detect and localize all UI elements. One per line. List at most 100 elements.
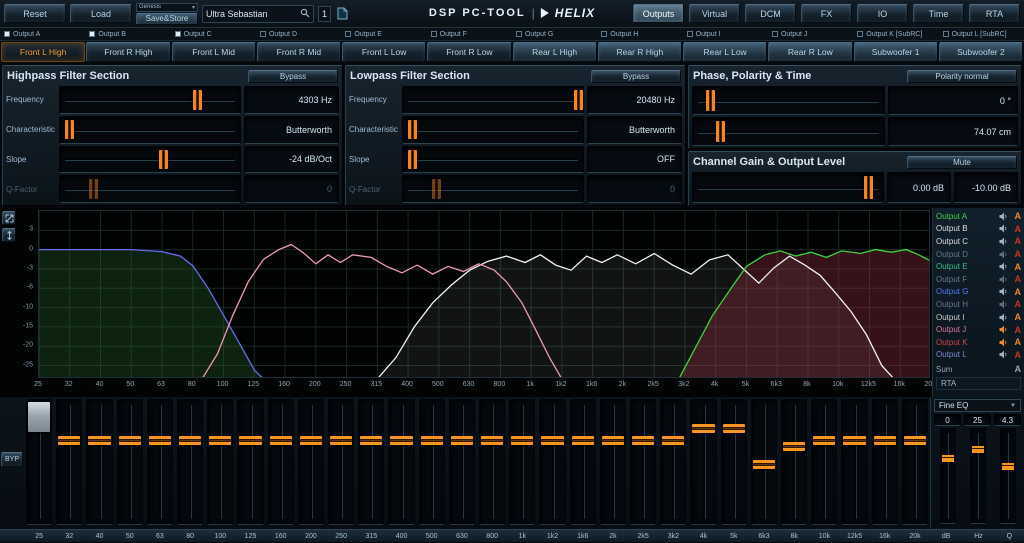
output-list-row-output-f[interactable]: Output FA <box>936 273 1021 286</box>
memory-slot-number[interactable]: 1 <box>318 6 331 22</box>
highpass-bypass-button[interactable]: Bypass <box>248 70 338 83</box>
channel-tab-subwoofer-2[interactable]: Subwoofer 2 <box>939 42 1023 62</box>
speaker-icon[interactable] <box>999 262 1009 271</box>
nav-rta[interactable]: RTA <box>969 4 1020 23</box>
output-list-row-output-a[interactable]: Output AA <box>936 210 1021 223</box>
output-list-row-output-e[interactable]: Output EA <box>936 260 1021 273</box>
output-enable-output-l-subrc[interactable]: Output L [SubRC] <box>939 28 1024 40</box>
eq-band-handle[interactable] <box>813 436 835 445</box>
lowpass-slider[interactable] <box>402 175 584 203</box>
fine-eq-slider[interactable] <box>940 428 956 524</box>
phase-slider[interactable] <box>692 86 885 115</box>
eq-band-slider[interactable] <box>690 399 716 525</box>
lowpass-slider-handle[interactable] <box>408 150 417 170</box>
eq-band-handle[interactable] <box>360 436 382 445</box>
output-enable-output-c[interactable]: Output C <box>171 28 256 40</box>
eq-band-handle[interactable] <box>723 424 745 433</box>
eq-band-slider[interactable] <box>268 399 294 525</box>
eq-band-slider[interactable] <box>449 399 475 525</box>
highpass-slider[interactable] <box>59 86 241 114</box>
eq-bypass-button[interactable]: BYP <box>1 452 23 467</box>
output-enable-output-d[interactable]: Output D <box>256 28 341 40</box>
channel-tab-front-l-high[interactable]: Front L High <box>1 42 85 62</box>
rta-row[interactable]: RTA <box>936 377 1021 390</box>
speaker-icon[interactable] <box>999 287 1009 296</box>
nav-io[interactable]: IO <box>857 4 908 23</box>
eq-band-handle[interactable] <box>209 436 231 445</box>
eq-band-slider[interactable] <box>328 399 354 525</box>
device-select[interactable]: Genesis ▾ <box>136 3 198 12</box>
highpass-slider-handle[interactable] <box>159 150 168 170</box>
channel-tab-rear-l-low[interactable]: Rear L Low <box>683 42 767 62</box>
eq-band-slider[interactable] <box>600 399 626 525</box>
fine-eq-handle[interactable] <box>972 446 984 453</box>
channel-tab-front-l-mid[interactable]: Front L Mid <box>172 42 256 62</box>
eq-band-handle[interactable] <box>239 436 261 445</box>
eq-band-handle[interactable] <box>904 436 926 445</box>
output-list-row-output-b[interactable]: Output BA <box>936 223 1021 236</box>
lowpass-slider-handle[interactable] <box>408 120 417 140</box>
eq-band-slider[interactable] <box>872 399 898 525</box>
eq-band-handle[interactable] <box>541 436 563 445</box>
eq-band-handle[interactable] <box>511 436 533 445</box>
output-list-row-output-k[interactable]: Output KA <box>936 336 1021 349</box>
channel-tab-rear-l-high[interactable]: Rear L High <box>513 42 597 62</box>
eq-band-handle[interactable] <box>602 436 624 445</box>
edit-document-icon[interactable] <box>335 6 349 22</box>
fine-eq-handle[interactable] <box>1002 463 1014 470</box>
eq-band-handle[interactable] <box>783 442 805 451</box>
channel-tab-rear-r-high[interactable]: Rear R High <box>598 42 682 62</box>
fine-eq-slider[interactable] <box>1000 428 1016 524</box>
lowpass-slider[interactable] <box>402 86 584 114</box>
output-list-row-output-d[interactable]: Output DA <box>936 248 1021 261</box>
speaker-icon[interactable] <box>999 300 1009 309</box>
channel-tab-subwoofer-1[interactable]: Subwoofer 1 <box>854 42 938 62</box>
lowpass-slider-handle[interactable] <box>432 179 441 199</box>
eq-band-slider[interactable] <box>207 399 233 525</box>
lowpass-bypass-button[interactable]: Bypass <box>591 70 681 83</box>
output-enable-output-f[interactable]: Output F <box>427 28 512 40</box>
highpass-slider-handle[interactable] <box>193 90 202 110</box>
output-enable-output-e[interactable]: Output E <box>341 28 426 40</box>
eq-band-handle[interactable] <box>451 436 473 445</box>
output-enable-output-g[interactable]: Output G <box>512 28 597 40</box>
eq-band-handle[interactable] <box>270 436 292 445</box>
eq-band-slider[interactable] <box>237 399 263 525</box>
speaker-icon[interactable] <box>999 325 1009 334</box>
eq-band-handle[interactable] <box>58 436 80 445</box>
output-list-row-output-l[interactable]: Output LA <box>936 349 1021 362</box>
nav-dcm[interactable]: DCM <box>745 4 796 23</box>
output-list-row-output-h[interactable]: Output HA <box>936 298 1021 311</box>
channel-tab-front-r-low[interactable]: Front R Low <box>427 42 511 62</box>
output-enable-output-j[interactable]: Output J <box>768 28 853 40</box>
reset-button[interactable]: Reset <box>4 4 66 23</box>
sum-row[interactable]: SumA <box>936 363 1021 376</box>
fine-eq-select[interactable]: Fine EQ ▼ <box>934 399 1021 412</box>
eq-band-slider[interactable] <box>358 399 384 525</box>
eq-band-handle[interactable] <box>632 436 654 445</box>
output-list-row-output-c[interactable]: Output CA <box>936 235 1021 248</box>
eq-band-slider[interactable] <box>751 399 777 525</box>
highpass-slider[interactable] <box>59 146 241 174</box>
eq-band-slider[interactable] <box>298 399 324 525</box>
fine-eq-slider[interactable] <box>970 428 986 524</box>
output-enable-output-k-subrc[interactable]: Output K [SubRC] <box>853 28 938 40</box>
channel-tab-front-r-high[interactable]: Front R High <box>86 42 170 62</box>
phase-slider[interactable] <box>692 117 885 146</box>
eq-band-handle[interactable] <box>119 436 141 445</box>
polarity-toggle-button[interactable]: Polarity normal <box>907 70 1017 83</box>
eq-band-slider[interactable] <box>26 399 52 525</box>
speaker-icon[interactable] <box>999 275 1009 284</box>
eq-band-slider[interactable] <box>388 399 414 525</box>
speaker-icon[interactable] <box>999 224 1009 233</box>
channel-tab-rear-r-low[interactable]: Rear R Low <box>768 42 852 62</box>
eq-band-handle[interactable] <box>28 402 50 432</box>
nav-outputs[interactable]: Outputs <box>633 4 684 23</box>
eq-band-slider[interactable] <box>509 399 535 525</box>
highpass-slider[interactable] <box>59 116 241 144</box>
eq-band-handle[interactable] <box>149 436 171 445</box>
phase-slider-handle[interactable] <box>716 121 725 142</box>
eq-band-handle[interactable] <box>843 436 865 445</box>
speaker-icon[interactable] <box>999 237 1009 246</box>
channel-gain-slider[interactable] <box>692 172 884 203</box>
